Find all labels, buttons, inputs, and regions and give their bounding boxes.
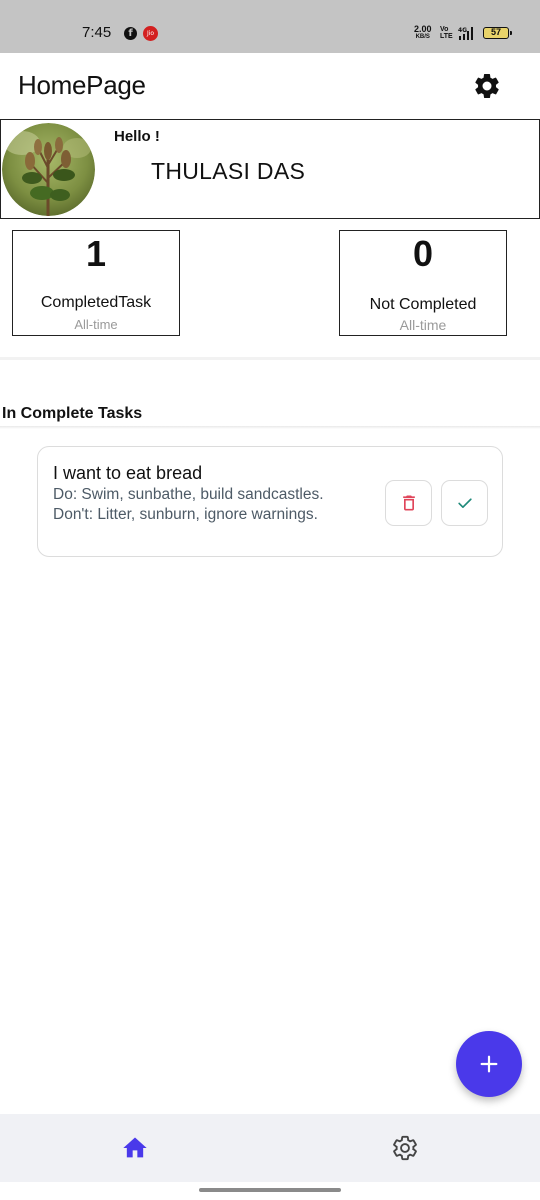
volte-indicator: Vo LTE [440,26,453,40]
battery-icon: 57 [483,27,512,39]
task-card[interactable]: I want to eat bread Do: Swim, sunbathe, … [37,446,503,557]
network-speed: 2.00 KB/S [414,25,432,41]
home-icon[interactable] [121,1134,149,1162]
facebook-icon: f [124,27,137,40]
delete-task-button[interactable] [385,480,432,526]
bottom-navigation [0,1114,540,1182]
add-task-button[interactable] [456,1031,522,1097]
plus-icon [480,1055,498,1073]
completed-period: All-time [74,317,118,332]
not-completed-count: 0 [412,233,434,274]
profile-card: Hello ! THULASI DAS [0,119,540,219]
not-completed-label: Not Completed [369,296,477,313]
section-divider [0,426,540,429]
jio-icon: Jio [143,26,158,41]
gesture-bar [199,1188,341,1192]
user-name: THULASI DAS [151,158,306,184]
status-bar: 7:45 f Jio 2.00 KB/S Vo LTE 4G 57 [0,0,540,53]
page-title: HomePage [18,70,146,100]
not-completed-card: 0 Not Completed All-time [339,230,507,336]
complete-task-button[interactable] [441,480,488,526]
task-do-text: Do: Swim, sunbathe, build sandcastles. [53,486,324,503]
volte-top: Vo [440,26,449,33]
divider [0,357,540,360]
avatar[interactable] [2,123,95,216]
greeting-text: Hello ! [114,128,160,145]
check-icon [457,498,472,508]
network-type: 4G [458,27,467,34]
task-dont-text: Don't: Litter, sunburn, ignore warnings. [53,506,318,523]
signal-icon: 4G [458,27,473,40]
completed-count: 1 [85,233,107,274]
gear-icon[interactable] [472,71,502,101]
completed-task-card: 1 CompletedTask All-time [12,230,180,336]
trash-icon [402,495,415,511]
task-title: I want to eat bread [53,463,203,483]
status-time: 7:45 [82,24,112,41]
completed-label: CompletedTask [40,294,152,311]
network-speed-unit: KB/S [415,34,430,40]
volte-bottom: LTE [440,33,453,40]
section-title: In Complete Tasks [2,405,143,422]
gear-icon[interactable] [391,1134,419,1162]
not-completed-period: All-time [399,317,447,333]
